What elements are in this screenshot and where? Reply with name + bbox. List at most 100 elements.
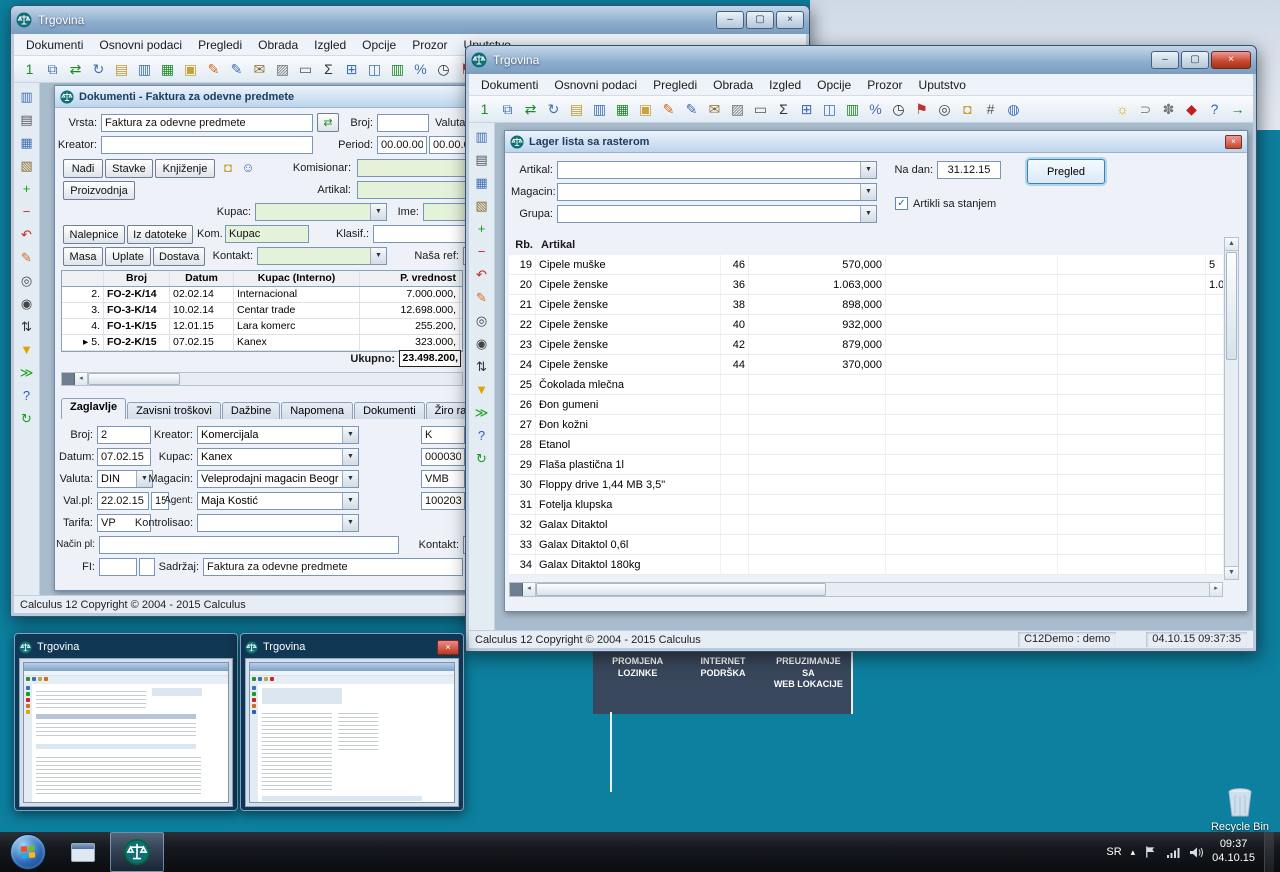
chevron-down-icon[interactable]: ▼ <box>370 204 386 220</box>
edit-icon[interactable]: ✎ <box>472 288 492 307</box>
broj-input[interactable] <box>377 114 429 132</box>
maximize-button[interactable]: ▢ <box>1181 51 1209 69</box>
detail-valuta-input[interactable] <box>98 471 136 487</box>
taskbar-preview-lager[interactable]: Trgovina × <box>240 633 464 811</box>
preview-thumbnail[interactable] <box>19 658 233 807</box>
table-row[interactable]: 3. FO-3-K/14 10.02.14 Centar trade 12.69… <box>62 303 462 319</box>
minimize-button[interactable]: – <box>1151 51 1179 69</box>
horizontal-scrollbar[interactable]: ◂ ▸ <box>509 582 1223 597</box>
menu-item[interactable]: Uputstvo <box>911 76 974 94</box>
column-header-rb[interactable]: Rb. <box>509 239 533 251</box>
chevron-down-icon[interactable]: ▼ <box>342 427 358 443</box>
language-indicator[interactable]: SR <box>1106 846 1121 858</box>
show-desktop-button[interactable] <box>1264 832 1274 872</box>
chart-icon[interactable]: % <box>409 58 432 80</box>
sort-icon[interactable]: ⇅ <box>17 317 37 336</box>
volume-icon[interactable] <box>1189 846 1203 859</box>
edit-pencil-icon[interactable]: ✎ <box>657 98 680 120</box>
edit-icon[interactable]: ✎ <box>17 248 37 267</box>
refresh-document-icon[interactable]: ↻ <box>542 98 565 120</box>
artikal-combo[interactable]: ▼ <box>557 161 877 179</box>
find-next-icon[interactable]: ◉ <box>472 334 492 353</box>
print-icon[interactable]: ▤ <box>17 110 37 129</box>
table-row[interactable]: 24 Cipele ženske 44 370,000 <box>509 355 1223 375</box>
splitter-handle[interactable] <box>510 583 523 596</box>
iz-datoteke-button[interactable]: Iz datoteke <box>127 225 193 244</box>
kontakt-combo[interactable]: ▼ <box>257 247 387 265</box>
detail-kontrolisao-combo[interactable]: ▼ <box>197 514 359 532</box>
new-document-icon[interactable]: 1 <box>473 98 496 120</box>
table-row[interactable]: 31 Fotelja klupska <box>509 495 1223 515</box>
help-icon[interactable]: ? <box>472 426 492 445</box>
chevron-down-icon[interactable]: ▼ <box>860 162 876 178</box>
na-dan-input[interactable] <box>937 161 1001 179</box>
close-button[interactable]: × <box>776 11 804 29</box>
detail-kupac-combo[interactable]: ▼ <box>197 448 359 466</box>
knjizenje-button[interactable]: Knjiženje <box>155 159 215 178</box>
detail-magacin-input[interactable] <box>198 471 342 487</box>
filter-icon[interactable]: ▼ <box>17 340 37 359</box>
nalepnice-button[interactable]: Nalepnice <box>63 225 125 244</box>
scrollbar-thumb[interactable] <box>1226 252 1237 360</box>
table-row[interactable]: 20 Cipele ženske 36 1.063,000 1.0 <box>509 275 1223 295</box>
uplate-button[interactable]: Uplate <box>105 247 151 266</box>
help-icon[interactable]: ? <box>1203 98 1226 120</box>
detail-datum-input[interactable] <box>97 448 151 466</box>
clipboard-icon[interactable]: ▨ <box>726 98 749 120</box>
find-icon[interactable]: ◎ <box>472 311 492 330</box>
scrollbar-thumb[interactable] <box>88 373 180 385</box>
transfer-icon[interactable]: ⇄ <box>519 98 542 120</box>
preview-thumbnail[interactable] <box>245 658 459 807</box>
table-icon[interactable]: ⊞ <box>795 98 818 120</box>
chevron-down-icon[interactable]: ▼ <box>342 471 358 487</box>
column-header-artikal[interactable]: Artikal <box>541 239 575 251</box>
menu-item[interactable]: Dokumenti <box>18 36 91 54</box>
settings-gear-icon[interactable]: ✽ <box>1157 98 1180 120</box>
copy-document-icon[interactable]: ⧉ <box>496 98 519 120</box>
tab-napomena[interactable]: Napomena <box>281 402 353 419</box>
table-row[interactable]: 23 Cipele ženske 42 879,000 <box>509 335 1223 355</box>
chevron-down-icon[interactable]: ▼ <box>860 184 876 200</box>
table-row[interactable]: 25 Čokolada mlečna <box>509 375 1223 395</box>
menu-item[interactable]: Obrada <box>250 36 306 54</box>
table-row[interactable]: 30 Floppy drive 1,44 MB 3,5" <box>509 475 1223 495</box>
table-row[interactable]: 33 Galax Ditaktol 0,6l <box>509 535 1223 555</box>
table-row[interactable]: 22 Cipele ženske 40 932,000 <box>509 315 1223 335</box>
attachment-icon[interactable]: ⊃ <box>1134 98 1157 120</box>
list-document-icon[interactable]: ▥ <box>133 58 156 80</box>
detail-agent-input[interactable] <box>198 493 342 509</box>
chevron-down-icon[interactable]: ▼ <box>342 449 358 465</box>
binocular-icon[interactable]: ◎ <box>933 98 956 120</box>
detail-magacin-combo[interactable]: ▼ <box>197 470 359 488</box>
column-header-broj[interactable]: Broj <box>104 271 170 286</box>
lock-icon[interactable]: ◘ <box>219 159 237 177</box>
columns-icon[interactable]: ◫ <box>818 98 841 120</box>
scroll-right-button[interactable]: ▸ <box>1209 583 1222 596</box>
column-header-kupac[interactable]: Kupac (Interno) <box>234 271 360 286</box>
table-row[interactable]: 28 Etanol <box>509 435 1223 455</box>
menu-item[interactable]: Izgled <box>306 36 354 54</box>
tab-dazbine[interactable]: Dažbine <box>222 402 280 419</box>
dostava-button[interactable]: Dostava <box>153 247 205 266</box>
taskbar-app-calculus[interactable] <box>110 832 164 872</box>
menu-item[interactable]: Prozor <box>859 76 910 94</box>
sum-icon[interactable]: Σ <box>772 98 795 120</box>
sum-icon[interactable]: Σ <box>317 58 340 80</box>
refresh-icon[interactable]: ↻ <box>17 409 37 428</box>
scroll-left-button[interactable]: ◂ <box>523 583 536 596</box>
tab-zaglavlje[interactable]: Zaglavlje <box>61 398 126 419</box>
menu-item[interactable]: Opcije <box>354 36 404 54</box>
preview-icon[interactable]: ▦ <box>17 133 37 152</box>
clock-icon[interactable]: ◷ <box>432 58 455 80</box>
grupa-combo[interactable]: ▼ <box>557 205 877 223</box>
artikal-combo-input[interactable] <box>558 162 860 178</box>
print-icon[interactable]: ▤ <box>472 150 492 169</box>
nadji-button[interactable]: Nađi <box>63 159 103 178</box>
notification-flag-icon[interactable] <box>1144 845 1157 859</box>
lightbulb-icon[interactable]: ☼ <box>1111 98 1134 120</box>
detail-nacin-input[interactable] <box>99 536 399 554</box>
menu-item[interactable]: Pregledi <box>645 76 705 94</box>
detail-kupac-code[interactable] <box>421 448 465 466</box>
chevron-down-icon[interactable]: ▼ <box>342 515 358 531</box>
kontakt-combo-input[interactable] <box>258 248 370 264</box>
